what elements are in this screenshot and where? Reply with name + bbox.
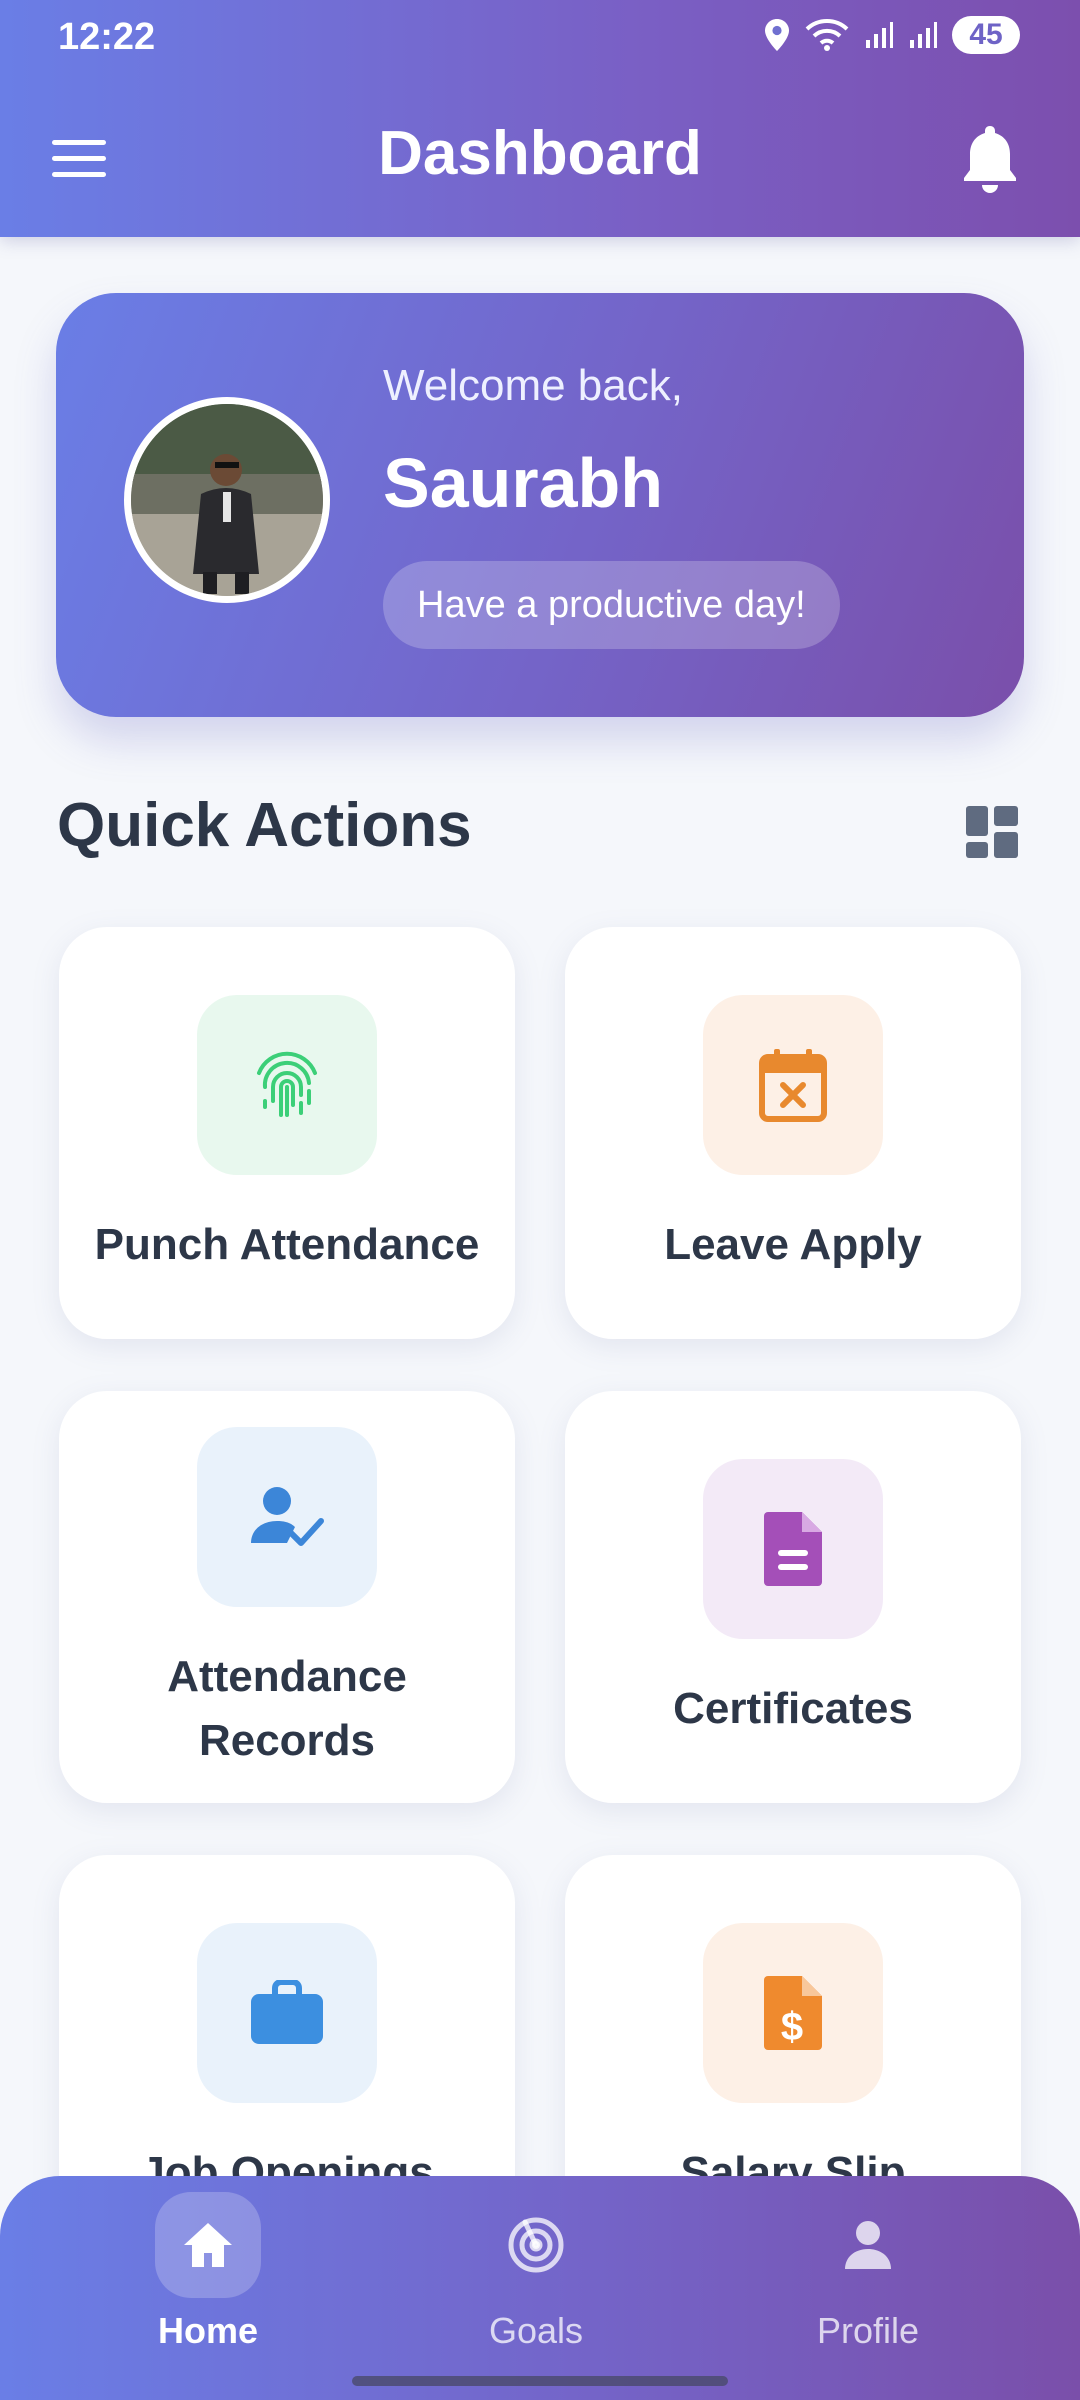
svg-text:$: $ — [781, 2005, 803, 2049]
welcome-greeting: Welcome back, — [383, 361, 683, 410]
home-indicator[interactable] — [352, 2376, 728, 2386]
certificates-card[interactable]: Certificates — [565, 1391, 1021, 1803]
fingerprint-icon — [197, 995, 377, 1175]
bottom-navigation: Home Goals Profile — [0, 2176, 1080, 2400]
avatar[interactable] — [124, 397, 330, 603]
location-icon — [765, 19, 789, 51]
nav-profile[interactable]: Profile — [768, 2192, 968, 2352]
bell-icon[interactable] — [960, 122, 1020, 194]
home-icon — [184, 2223, 232, 2267]
briefcase-icon — [197, 1923, 377, 2103]
motivation-badge: Have a productive day! — [383, 561, 840, 649]
user-check-icon — [197, 1427, 377, 1607]
signal-icon-2 — [910, 22, 937, 48]
welcome-card: Welcome back, Saurabh Have a productive … — [56, 293, 1024, 717]
profile-photo — [131, 404, 323, 596]
app-header: 12:22 45 Dashboard — [0, 0, 1080, 237]
document-icon — [703, 1459, 883, 1639]
status-icons: 45 — [764, 16, 1020, 54]
page-title: Dashboard — [378, 119, 702, 188]
nav-label: Goals — [488, 2310, 584, 2351]
attendance-records-card[interactable]: Attendance Records — [59, 1391, 515, 1803]
calendar-x-icon — [703, 995, 883, 1175]
nav-label: Profile — [816, 2310, 920, 2351]
card-label: Punch Attendance — [94, 1220, 480, 1269]
person-icon — [845, 2221, 891, 2269]
status-time: 12:22 — [58, 16, 156, 58]
wifi-icon — [805, 19, 849, 51]
dashboard-grid-icon[interactable] — [966, 806, 1018, 858]
salary-document-icon: $ — [703, 1923, 883, 2103]
nav-home[interactable]: Home — [108, 2192, 308, 2352]
card-label: Attendance Records — [167, 1652, 407, 1765]
battery-level: 45 — [952, 16, 1020, 54]
card-label: Certificates — [673, 1684, 913, 1733]
section-title: Quick Actions — [57, 791, 472, 860]
nav-goals[interactable]: Goals — [436, 2192, 636, 2352]
signal-icon — [866, 22, 893, 48]
leave-apply-card[interactable]: Leave Apply — [565, 927, 1021, 1339]
user-name: Saurabh — [383, 444, 664, 522]
nav-label: Home — [157, 2310, 259, 2351]
target-icon — [508, 2217, 564, 2273]
punch-attendance-card[interactable]: Punch Attendance — [59, 927, 515, 1339]
card-label: Leave Apply — [664, 1220, 922, 1269]
